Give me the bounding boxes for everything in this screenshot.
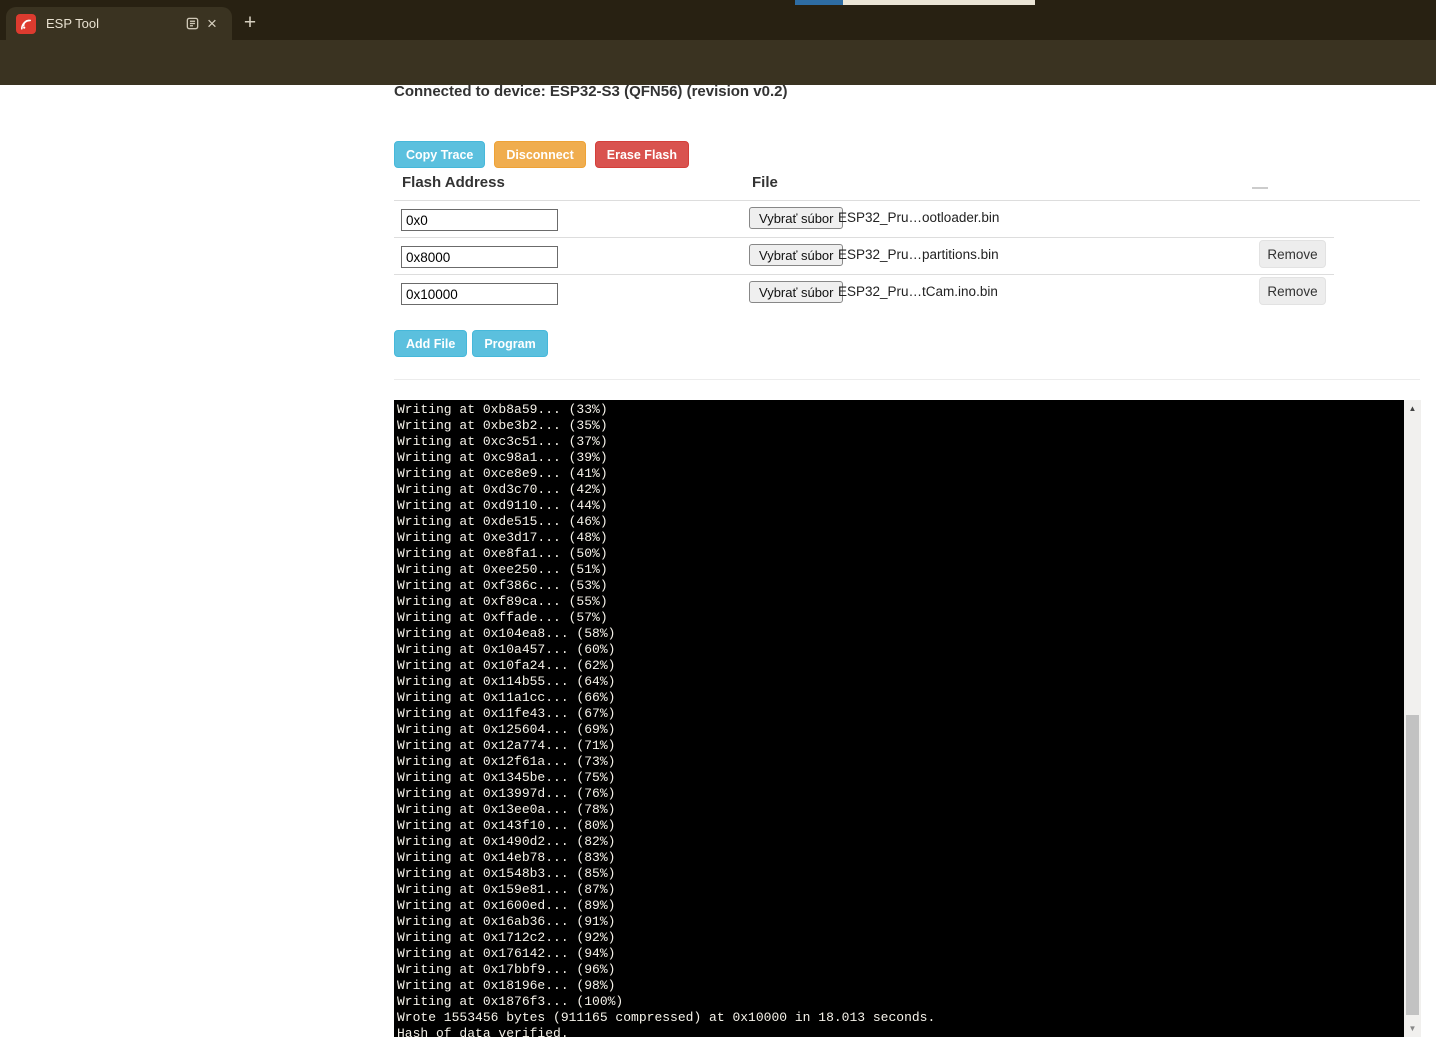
terminal-line: Wrote 1553456 bytes (911165 compressed) … bbox=[397, 1010, 1404, 1026]
table-header-border bbox=[394, 200, 1420, 201]
terminal-line: Writing at 0x143f10... (80%) bbox=[397, 818, 1404, 834]
terminal-line: Writing at 0x17bbf9... (96%) bbox=[397, 962, 1404, 978]
terminal-line: Writing at 0x12a774... (71%) bbox=[397, 738, 1404, 754]
terminal-line: Writing at 0x10a457... (60%) bbox=[397, 642, 1404, 658]
choose-file-button-row3[interactable]: Vybrať súbor bbox=[749, 281, 843, 303]
browser-tab[interactable]: ESP Tool × bbox=[6, 7, 232, 40]
terminal-line: Writing at 0x13997d... (76%) bbox=[397, 786, 1404, 802]
terminal-line: Writing at 0xe8fa1... (50%) bbox=[397, 546, 1404, 562]
terminal-line: Writing at 0xd3c70... (42%) bbox=[397, 482, 1404, 498]
row-border bbox=[394, 237, 1334, 238]
scroll-up-icon[interactable]: ▲ bbox=[1404, 401, 1421, 416]
tab-organize-icon[interactable] bbox=[182, 14, 202, 34]
favicon-esp-icon bbox=[16, 14, 36, 34]
scroll-down-icon[interactable]: ▼ bbox=[1404, 1021, 1421, 1036]
terminal-line: Writing at 0xb8a59... (33%) bbox=[397, 402, 1404, 418]
terminal-line: Writing at 0xffade... (57%) bbox=[397, 610, 1404, 626]
terminal-line: Writing at 0x1490d2... (82%) bbox=[397, 834, 1404, 850]
terminal-line: Writing at 0x125604... (69%) bbox=[397, 722, 1404, 738]
terminal-line: Writing at 0x176142... (94%) bbox=[397, 946, 1404, 962]
scrollbar-thumb[interactable] bbox=[1406, 715, 1419, 1015]
terminal-output: Writing at 0xb8a59... (33%)Writing at 0x… bbox=[394, 400, 1404, 1037]
terminal-line: Writing at 0x14eb78... (83%) bbox=[397, 850, 1404, 866]
terminal-line: Writing at 0x1712c2... (92%) bbox=[397, 930, 1404, 946]
file-header: File bbox=[752, 174, 778, 191]
divider bbox=[394, 379, 1420, 380]
choose-file-button-row1[interactable]: Vybrať súbor bbox=[749, 207, 843, 229]
terminal-line: Writing at 0x114b55... (64%) bbox=[397, 674, 1404, 690]
add-file-button[interactable]: Add File bbox=[394, 330, 467, 357]
flash-address-input-row1[interactable] bbox=[401, 209, 558, 231]
row-border bbox=[394, 274, 1334, 275]
top-edge-blue-strip bbox=[795, 0, 843, 5]
disconnect-button[interactable]: Disconnect bbox=[494, 141, 585, 168]
terminal-line: Writing at 0xee250... (51%) bbox=[397, 562, 1404, 578]
flash-address-input-row2[interactable] bbox=[401, 246, 558, 268]
browser-toolbar: espressif.github.io/esptool-js/ G 文 bbox=[0, 40, 1436, 85]
remove-column-header-dash bbox=[1252, 187, 1268, 189]
flash-address-input-row3[interactable] bbox=[401, 283, 558, 305]
file-name-row2: ESP32_Pru…partitions.bin bbox=[838, 247, 999, 262]
terminal-line: Writing at 0x13ee0a... (78%) bbox=[397, 802, 1404, 818]
terminal-line: Writing at 0x18196e... (98%) bbox=[397, 978, 1404, 994]
terminal-scrollbar[interactable]: ▲ ▼ bbox=[1404, 400, 1421, 1037]
terminal-line: Writing at 0xc3c51... (37%) bbox=[397, 434, 1404, 450]
terminal-line: Writing at 0xd9110... (44%) bbox=[397, 498, 1404, 514]
terminal-line: Writing at 0x1600ed... (89%) bbox=[397, 898, 1404, 914]
terminal-line: Writing at 0x10fa24... (62%) bbox=[397, 658, 1404, 674]
program-controls: Add File Program bbox=[394, 330, 548, 357]
tab-title: ESP Tool bbox=[46, 16, 182, 31]
esptool-page: Connected to device: ESP32-S3 (QFN56) (r… bbox=[0, 85, 1436, 1037]
trace-controls: Copy Trace Disconnect Erase Flash bbox=[394, 141, 689, 168]
terminal-line: Writing at 0x1345be... (75%) bbox=[397, 770, 1404, 786]
terminal-line: Writing at 0xce8e9... (41%) bbox=[397, 466, 1404, 482]
terminal-line: Writing at 0xf386c... (53%) bbox=[397, 578, 1404, 594]
terminal-line: Writing at 0xc98a1... (39%) bbox=[397, 450, 1404, 466]
terminal-line: Writing at 0x1876f3... (100%) bbox=[397, 994, 1404, 1010]
terminal-line: Writing at 0x1548b3... (85%) bbox=[397, 866, 1404, 882]
terminal-line: Writing at 0xf89ca... (55%) bbox=[397, 594, 1404, 610]
terminal-line: Writing at 0xbe3b2... (35%) bbox=[397, 418, 1404, 434]
terminal-line: Writing at 0x11a1cc... (66%) bbox=[397, 690, 1404, 706]
terminal-line: Writing at 0x104ea8... (58%) bbox=[397, 626, 1404, 642]
file-name-row3: ESP32_Pru…tCam.ino.bin bbox=[838, 284, 998, 299]
program-button[interactable]: Program bbox=[472, 330, 547, 357]
choose-file-button-row2[interactable]: Vybrať súbor bbox=[749, 244, 843, 266]
terminal-line: Writing at 0x159e81... (87%) bbox=[397, 882, 1404, 898]
connected-device-status: Connected to device: ESP32-S3 (QFN56) (r… bbox=[394, 85, 787, 100]
remove-button-row3[interactable]: Remove bbox=[1259, 277, 1326, 305]
browser-tab-strip: ESP Tool × + bbox=[0, 0, 1436, 40]
terminal-line: Writing at 0xe3d17... (48%) bbox=[397, 530, 1404, 546]
flash-address-header: Flash Address bbox=[402, 174, 505, 191]
terminal-line: Writing at 0xde515... (46%) bbox=[397, 514, 1404, 530]
copy-trace-button[interactable]: Copy Trace bbox=[394, 141, 485, 168]
terminal-line: Writing at 0x11fe43... (67%) bbox=[397, 706, 1404, 722]
terminal-line: Writing at 0x16ab36... (91%) bbox=[397, 914, 1404, 930]
file-name-row1: ESP32_Pru…ootloader.bin bbox=[838, 210, 999, 225]
erase-flash-button[interactable]: Erase Flash bbox=[595, 141, 689, 168]
tab-close-icon[interactable]: × bbox=[202, 15, 222, 32]
terminal-line: Hash of data verified. bbox=[397, 1026, 1404, 1037]
terminal-line: Writing at 0x12f61a... (73%) bbox=[397, 754, 1404, 770]
remove-button-row2[interactable]: Remove bbox=[1259, 240, 1326, 268]
new-tab-button[interactable]: + bbox=[236, 9, 264, 37]
top-edge-white-strip bbox=[843, 0, 1035, 5]
